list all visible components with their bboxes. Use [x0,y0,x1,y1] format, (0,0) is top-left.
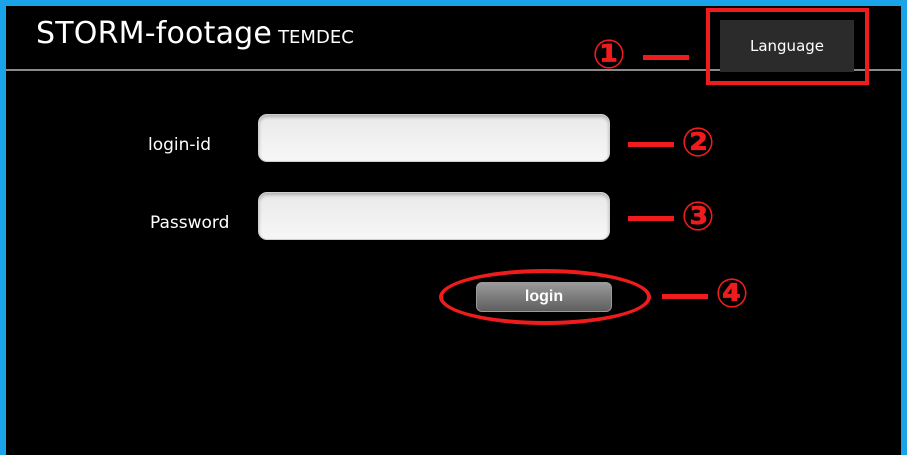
callout-line-2 [628,142,674,147]
callout-line-4 [662,294,708,299]
login-id-label: login-id [148,135,212,155]
app-name: STORM-footage [36,16,273,51]
callout-line-1 [643,55,689,60]
login-id-input[interactable] [258,114,610,162]
callout-number-2: ② [681,120,715,166]
app-frame: STORM-footage TEMDEC Language ① login-id … [0,0,907,455]
callout-number-4: ④ [715,271,749,317]
callout-number-3: ③ [681,194,715,240]
page-title: STORM-footage TEMDEC [36,16,354,51]
callout-line-3 [628,216,674,221]
password-input[interactable] [258,192,610,240]
callout-number-1: ① [592,32,626,78]
login-button[interactable]: login [476,282,612,312]
language-button[interactable]: Language [720,20,854,72]
org-name: TEMDEC [278,27,354,48]
password-label: Password [150,213,230,233]
